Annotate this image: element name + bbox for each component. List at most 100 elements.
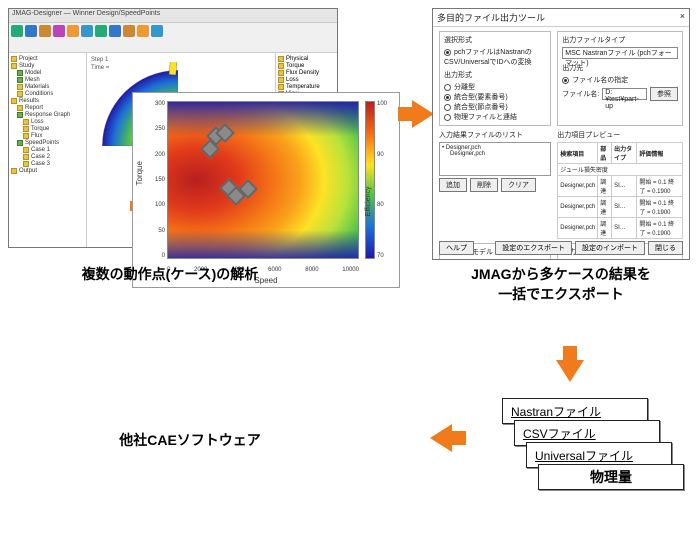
toolbar-icon[interactable] [11, 25, 23, 37]
toolbar-icon[interactable] [53, 25, 65, 37]
close-icon[interactable]: × [680, 11, 685, 24]
toolbar-icon[interactable] [67, 25, 79, 37]
delete-button[interactable]: 削除 [470, 178, 498, 192]
window-titlebar: JMAG-Designer — Winner Design/SpeedPoint… [9, 9, 337, 23]
file-card: 物理量 [538, 464, 684, 490]
radio-method[interactable] [444, 84, 451, 91]
toolbar-icon[interactable] [95, 25, 107, 37]
efficiency-contour-plot: 100 90 80 70 0 2000 4000 6000 8000 10000… [132, 92, 400, 288]
caption-analysis: 複数の動作点(ケース)の解析 [20, 264, 320, 284]
table-row: ジュール損失密度 [558, 164, 683, 176]
y2-axis-label: Efficiency [365, 187, 372, 217]
toolbar-icon[interactable] [81, 25, 93, 37]
table-header: 部品 [598, 143, 612, 164]
flow-arrow-icon [430, 424, 452, 452]
tree-item-label: Temperature [286, 84, 320, 90]
toolbar-icon[interactable] [109, 25, 121, 37]
tree-item-label: Flux [31, 133, 42, 139]
tree-item-label: Response Graph [25, 112, 70, 118]
caption-line: JMAGから多ケースの結果を [471, 266, 651, 282]
table-row: Designer,pch調達SI…開始 = 0.1 終了 = 0.1900 [558, 218, 683, 239]
radio-label: 分離型 [454, 84, 475, 91]
caption-line: 一括でエクスポート [498, 286, 624, 302]
file-name: 物理量 [590, 469, 632, 485]
caption-thirdparty: 他社CAEソフトウェア [60, 430, 320, 450]
table-header: 評価情報 [637, 143, 683, 164]
y-tick: 0 [145, 253, 165, 259]
table-row: Designer,pch調達SI…開始 = 0.1 終了 = 0.1900 [558, 176, 683, 197]
flow-arrow-icon [556, 360, 584, 382]
tree-item-label: Case 1 [31, 147, 50, 153]
legend-tick: 100 [377, 101, 387, 107]
toolbar-icon[interactable] [39, 25, 51, 37]
y-tick: 250 [145, 126, 165, 132]
clear-button[interactable]: クリア [501, 178, 536, 192]
tree-item-label: Project [19, 56, 38, 62]
tree-item-label: SpeedPoints [25, 140, 59, 146]
radio-filename[interactable] [562, 77, 569, 84]
legend-tick: 70 [377, 253, 387, 259]
tree-item-label: Flux Density [286, 70, 319, 76]
y-tick: 150 [145, 177, 165, 183]
output-type-select[interactable]: MSC Nastranファイル (pchフォーマット) [562, 47, 678, 59]
file-name: CSVファイル [523, 427, 596, 441]
table-row: Designer,pch調達SI…開始 = 0.1 終了 = 0.1900 [558, 197, 683, 218]
browse-button[interactable]: 参照 [650, 87, 678, 101]
window-toolbar [9, 23, 337, 53]
tree-item-label: Physical [286, 56, 308, 62]
section-method: 出力形式 [444, 70, 546, 80]
radio-pch[interactable] [444, 49, 451, 56]
tree-item-label: Study [19, 63, 34, 69]
section-output-type: 出力ファイルタイプ [562, 35, 678, 45]
y-tick: 100 [145, 202, 165, 208]
table-header: 出力タイプ [612, 143, 637, 164]
section-outfile: 出力先 [562, 63, 678, 73]
config-import-button[interactable]: 設定のインポート [575, 241, 645, 255]
dialog-titlebar: 多目的ファイル出力ツール × [433, 9, 689, 27]
preview-table: 検索項目 部品 出力タイプ 評価情報 ジュール損失密度 Designer,pch… [557, 142, 683, 239]
section-select: 選択形式 [444, 35, 546, 45]
toolbar-icon[interactable] [25, 25, 37, 37]
filename-input[interactable]: D:¥test¥part-up [602, 88, 647, 100]
tree-item-label: Mesh [25, 77, 40, 83]
legend-colorbar [365, 101, 375, 259]
y-tick: 200 [145, 152, 165, 158]
tree-item-label: Output [19, 168, 37, 174]
legend-tick: 80 [377, 202, 387, 208]
caption-export: JMAGから多ケースの結果を 一括でエクスポート [432, 264, 690, 304]
tree-item-label: Torque [31, 126, 49, 132]
close-button[interactable]: 閉じる [648, 241, 683, 255]
radio-label: pchファイルはNastranのCSV/UniversalでIDへの変換 [444, 49, 532, 66]
section-input: 入力結果ファイルのリスト [439, 130, 551, 140]
tree-item-label: Materials [25, 84, 49, 90]
x-tick: 10000 [342, 267, 359, 273]
help-button[interactable]: ヘルプ [439, 241, 474, 255]
dialog-title: 多目的ファイル出力ツール [437, 11, 545, 24]
add-button[interactable]: 追加 [439, 178, 467, 192]
table-header: 検索項目 [558, 143, 598, 164]
tree-item-label: Case 3 [31, 161, 50, 167]
toolbar-icon[interactable] [123, 25, 135, 37]
radio-method[interactable] [444, 114, 451, 121]
flow-arrow-icon [412, 100, 434, 128]
tree-item-label: Model [25, 70, 41, 76]
y-axis-label: Torque [135, 161, 144, 185]
radio-label: 統合型(要素番号) [454, 94, 508, 101]
input-file-list[interactable]: • Designer,pch Designer,pch [439, 142, 551, 176]
tree-item-label: Conditions [25, 91, 53, 97]
toolbar-icon[interactable] [151, 25, 163, 37]
tree-item-label: Torque [286, 63, 304, 69]
radio-method[interactable] [444, 104, 451, 111]
toolbar-icon[interactable] [137, 25, 149, 37]
list-item: Designer,pch [450, 151, 485, 157]
radio-label: ファイル名の指定 [572, 77, 628, 84]
y-tick: 50 [145, 228, 165, 234]
config-export-button[interactable]: 設定のエクスポート [495, 241, 572, 255]
tree-item-label: Report [25, 105, 43, 111]
project-tree[interactable]: Project Study Model Mesh Materials Condi… [9, 53, 87, 248]
radio-method[interactable] [444, 94, 451, 101]
filename-label: ファイル名: [562, 89, 599, 99]
section-preview: 出力項目プレビュー [557, 130, 683, 140]
tree-item-label: Results [19, 98, 39, 104]
radio-label: 物理ファイルと連結 [454, 114, 517, 121]
